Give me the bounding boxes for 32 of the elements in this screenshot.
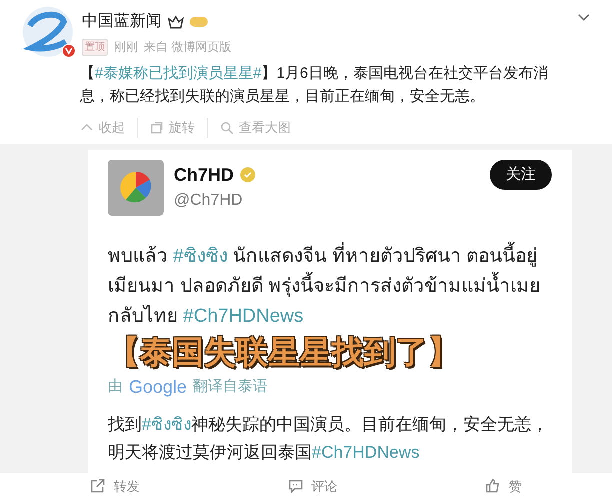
- post-action[interactable]: 旋转: [137, 118, 207, 138]
- level-pill: [190, 17, 208, 27]
- translated-by-label: 由: [108, 376, 123, 397]
- channel-logo: [108, 160, 164, 216]
- rotate-icon: [150, 120, 164, 135]
- logo-avatar: [22, 6, 74, 58]
- post-source: 来自 微博网页版: [144, 39, 232, 56]
- post-action[interactable]: 收起: [80, 118, 137, 138]
- magnify-icon: [220, 120, 234, 135]
- footer-action[interactable]: 评论: [288, 476, 338, 496]
- channel-name[interactable]: Ch7HD: [174, 162, 234, 188]
- comment-icon: [288, 478, 304, 494]
- follow-button[interactable]: 关注: [490, 160, 552, 190]
- author-name[interactable]: 中国蓝新闻: [82, 10, 162, 34]
- crown-icon: [168, 15, 184, 29]
- post-text: 【#泰媒称已找到演员星星#】1月6日晚，泰国电视台在社交平台发布消息，称已经找到失联的演员星星，目前正在缅甸，安全无恙。: [79, 64, 550, 107]
- translated-text: 找到#ซิงซิง神秘失踪的中国演员。目前在缅甸，安全无恙，明天将渡过莫伊河返回泰国#Ch7HDNews: [108, 414, 550, 464]
- thumbs-up-icon: [485, 478, 501, 494]
- chevron-down-icon[interactable]: [578, 14, 590, 22]
- translated-from-label: 翻译自泰语: [193, 376, 268, 397]
- verified-icon: [62, 44, 76, 58]
- share-icon: [90, 478, 106, 494]
- post-time: 刚刚: [114, 39, 138, 56]
- channel-handle: @Ch7HD: [174, 190, 244, 210]
- post-action[interactable]: 查看大图: [207, 118, 303, 138]
- verified-badge-icon: [240, 167, 256, 183]
- thai-post-text: พบแล้ว #ซิงซิง นักแสดงจีน ที่หายตัวปริศนา ตอนนี้อยู่เมียนมา ปลอดภัยดี พรุ่งนี้จะมีการส่งตัวข้ามแม่น้ำเมยกลับไทย #Ch7HDNews: [108, 242, 552, 332]
- post-tag: 置顶: [82, 38, 108, 56]
- footer-action[interactable]: 转发: [90, 476, 140, 496]
- google-wordmark: Google: [129, 376, 188, 399]
- video-caption: 【泰国失联星星找到了】: [108, 332, 460, 372]
- footer-action[interactable]: 赞: [485, 476, 522, 496]
